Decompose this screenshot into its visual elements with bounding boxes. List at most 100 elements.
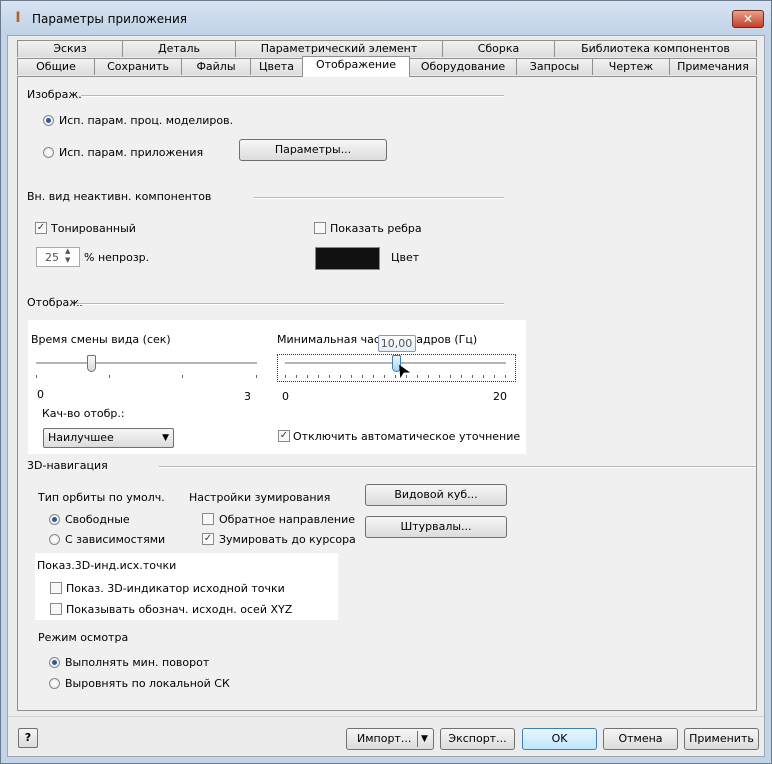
display-quality-value: Наилучшее [48,431,114,444]
tick [318,375,319,378]
disable-auto-refine-checkbox[interactable]: ✓ [278,430,290,442]
min-fps-max: 20 [493,390,507,403]
view-time-min: 0 [37,388,44,401]
tick [329,375,330,378]
ok-button[interactable]: OK [522,728,597,750]
steering-wheels-button[interactable]: Штурвалы... [365,516,507,538]
reverse-zoom-label: Обратное направление [219,513,355,526]
opacity-label: % непрозр. [84,251,150,264]
radio-orbit-free-label: Свободные [65,513,130,526]
cancel-button[interactable]: Отмена [603,728,678,750]
viewcube-button[interactable]: Видовой куб... [365,484,507,506]
appearance-group-title: Изображ. [27,88,82,101]
close-button[interactable]: ✕ [732,10,764,28]
tab-files[interactable]: Файлы [181,58,251,75]
tick [428,375,429,378]
split-divider [417,731,418,747]
tab-colors[interactable]: Цвета [250,58,303,75]
display-quality-label: Кач-во отобр.: [42,407,125,420]
origin-indicator-title: Показ.3D-инд.исх.точки [37,559,177,572]
tick [296,375,297,378]
radio-minimum-rotation-label: Выполнять мин. поворот [65,656,210,669]
title-bar[interactable]: I Параметры приложения ✕ [1,1,771,35]
view-transition-time-track[interactable] [36,362,257,365]
tab-prompts[interactable]: Запросы [516,58,593,75]
tick [494,375,495,378]
shaded-checkbox[interactable]: ✓ [35,222,47,234]
show-axis-labels-checkbox[interactable] [50,603,62,615]
appearance-settings-button[interactable]: Параметры... [239,139,387,161]
tab-part[interactable]: Деталь [122,40,236,57]
tick [307,375,308,378]
dialog-window: I Параметры приложения ✕ Эскиз Деталь Па… [0,0,772,764]
tick [256,375,257,378]
tab-content-center[interactable]: Библиотека компонентов [554,40,757,57]
show-origin-indicator-checkbox[interactable] [50,582,62,594]
display-quality-dropdown[interactable]: Наилучшее ▼ [43,428,174,448]
tab-assembly[interactable]: Сборка [442,40,555,57]
inactive-group-title: Вн. вид неактивн. компонентов [27,190,212,203]
tick [461,375,462,378]
zoom-to-cursor-label: Зумировать до курсора [219,533,356,546]
spin-down-icon[interactable]: ▼ [65,256,70,264]
show-edges-checkbox[interactable] [314,222,326,234]
radio-orbit-constrained[interactable] [49,534,60,545]
footer-divider [8,716,764,717]
zoom-to-cursor-checkbox[interactable]: ✓ [202,533,214,545]
tick [351,375,352,378]
tick [472,375,473,378]
color-swatch[interactable] [315,247,380,270]
tick [285,375,286,378]
tab-save[interactable]: Сохранить [94,58,182,75]
divider [76,303,504,305]
radio-orbit-free[interactable] [49,514,60,525]
app-icon: I [15,10,21,26]
apply-button[interactable]: Применить [684,728,759,750]
show-axis-labels-label: Показывать обознач. исходн. осей XYZ [66,603,293,616]
spin-up-icon[interactable]: ▲ [65,247,70,255]
display-group-title: Отображ. [27,296,83,309]
import-button-label: Импорт... [357,732,412,745]
tab-general[interactable]: Общие [17,58,95,75]
view-transition-time-slider-thumb[interactable] [87,355,97,372]
chevron-down-icon: ▼ [162,433,169,443]
inspect-mode-title: Режим осмотра [38,631,129,644]
tab-hardware[interactable]: Оборудование [409,58,517,75]
radio-orbit-constrained-label: С зависимостями [65,533,166,546]
show-origin-indicator-label: Показ. 3D-индикатор исходной точки [66,582,285,595]
tick [373,375,374,378]
tick [417,375,418,378]
radio-use-document-settings-label: Исп. парам. проц. моделиров. [59,114,234,127]
export-button[interactable]: Экспорт... [440,728,515,750]
zoom-settings-title: Настройки зумирования [189,491,331,504]
radio-use-application-settings[interactable] [43,147,54,158]
divider [159,466,756,468]
import-dropdown-icon[interactable]: ▼ [421,729,428,749]
reverse-zoom-checkbox[interactable] [202,513,214,525]
help-icon[interactable]: ? [18,728,38,748]
radio-use-document-settings[interactable] [43,115,54,126]
tick [505,375,506,378]
orbit-type-title: Тип орбиты по умолч. [38,491,165,504]
tab-iparts[interactable]: Параметрический элемент [235,40,443,57]
radio-align-local-ucs[interactable] [49,678,60,689]
tick [36,375,37,378]
tick [450,375,451,378]
view-time-max: 3 [244,390,251,403]
tab-notes[interactable]: Примечания [669,58,757,75]
tab-display[interactable]: Отображение [302,56,410,77]
min-fps-value-tooltip: 10,00 [377,335,416,352]
display-tab-panel: Изображ. Исп. парам. проц. моделиров. Ис… [17,76,757,711]
dialog-client: Эскиз Деталь Параметрический элемент Сбо… [7,35,765,757]
shaded-label: Тонированный [51,222,136,235]
tick [340,375,341,378]
min-fps-min: 0 [282,390,289,403]
radio-minimum-rotation[interactable] [49,657,60,668]
window-title: Параметры приложения [32,12,188,26]
tab-sketch[interactable]: Эскиз [17,40,123,57]
close-icon: ✕ [742,12,754,26]
navigation-group-title: 3D-навигация [27,459,108,472]
import-button[interactable]: Импорт... ▼ [346,728,434,750]
opacity-stepper[interactable]: 25 ▲ ▼ [36,247,80,267]
tab-drawing[interactable]: Чертеж [592,58,670,75]
